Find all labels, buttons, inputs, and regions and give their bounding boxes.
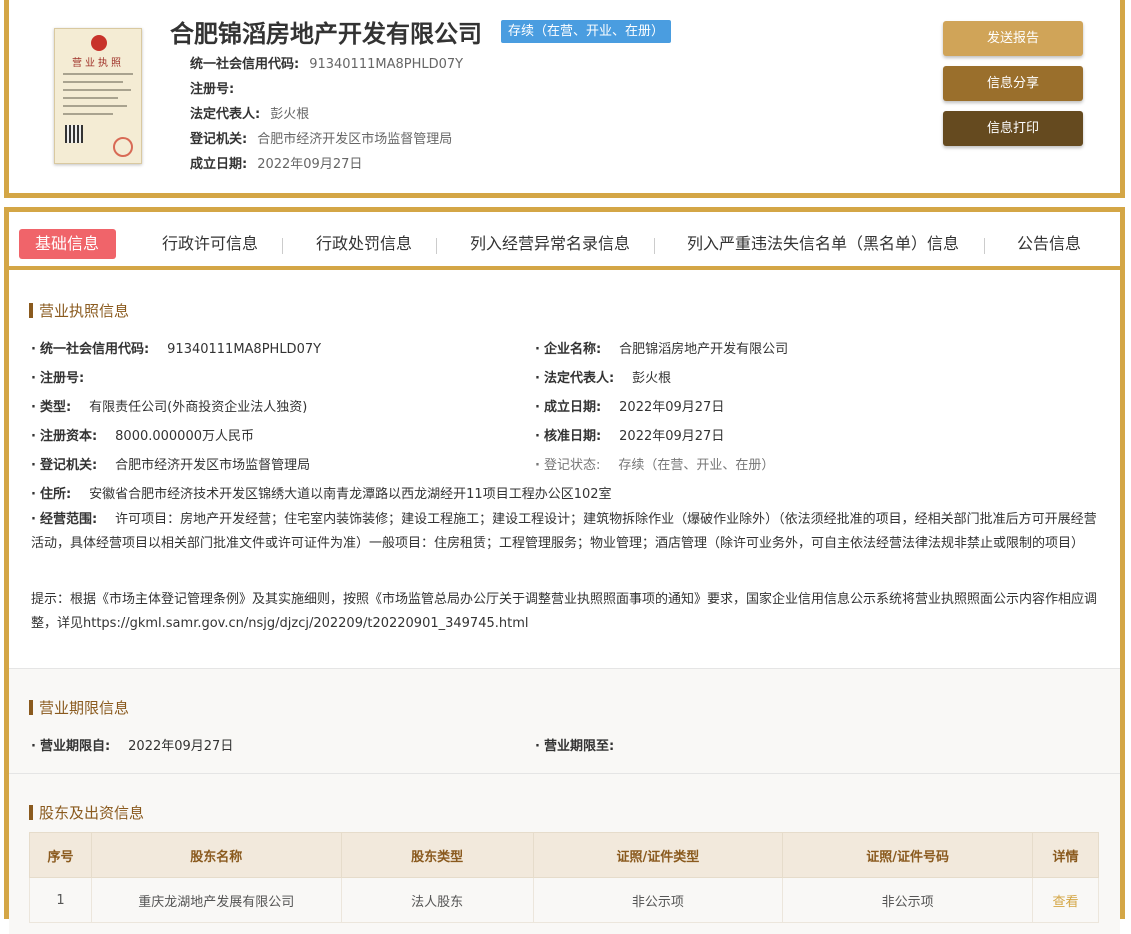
field-reg-no: 注册号: [31, 367, 102, 386]
license-notice: 提示：根据《市场主体登记管理条例》及其实施细则，按照《市场监管总局办公厅关于调整… [31, 592, 1098, 631]
print-info-button[interactable]: 信息打印 [943, 111, 1083, 146]
tab-abnormal-list[interactable]: 列入经营异常名录信息 [470, 229, 630, 259]
field-company-name: 企业名称:合肥锦滔房地产开发有限公司 [535, 338, 788, 357]
header-credit-code-row: 统一社会信用代码: 91340111MA8PHLD07Y [190, 57, 464, 72]
send-report-button[interactable]: 发送报告 [943, 21, 1083, 56]
company-header-card: 营业执照 合肥锦滔房地产开发有限公司 存续（在营、开业、在册） 统一社会信用代码… [4, 0, 1125, 198]
shareholder-section-title: 股东及出资信息 [29, 802, 144, 823]
status-badge: 存续（在营、开业、在册） [501, 20, 672, 43]
tab-basic-info[interactable]: 基础信息 [19, 229, 116, 259]
tab-announcements[interactable]: 公告信息 [1017, 229, 1081, 259]
col-name: 股东名称 [90, 832, 342, 878]
col-cert-type: 证照/证件类型 [532, 832, 784, 878]
tab-separator [984, 238, 985, 254]
tab-admin-license[interactable]: 行政许可信息 [162, 229, 258, 259]
header-found-date-row: 成立日期: 2022年09月27日 [190, 157, 363, 172]
header-legal-rep-row: 法定代表人: 彭火根 [190, 107, 310, 122]
tab-separator [654, 238, 655, 254]
tab-separator [282, 238, 283, 254]
field-term-from: 营业期限自:2022年09月27日 [31, 735, 233, 754]
field-capital: 注册资本:8000.000000万人民币 [31, 425, 254, 444]
col-type: 股东类型 [340, 832, 534, 878]
field-legal-rep: 法定代表人:彭火根 [535, 367, 671, 386]
field-address: 住所:安徽省合肥市经济技术开发区锦绣大道以南青龙潭路以西龙湖经开11项目工程办公… [31, 483, 612, 502]
field-credit-code: 统一社会信用代码:91340111MA8PHLD07Y [31, 338, 321, 357]
col-cert-no: 证照/证件号码 [782, 832, 1033, 878]
header-authority-row: 登记机关: 合肥市经济开发区市场监督管理局 [190, 132, 453, 147]
field-found-date: 成立日期:2022年09月27日 [535, 396, 724, 415]
field-reg-authority: 登记机关:合肥市经济开发区市场监督管理局 [31, 454, 310, 473]
license-image-title: 营业执照 [72, 58, 124, 69]
tab-blacklist[interactable]: 列入严重违法失信名单（黑名单）信息 [687, 229, 959, 259]
national-emblem-icon [91, 35, 107, 51]
shareholder-table: 序号 股东名称 股东类型 证照/证件类型 证照/证件号码 详情 1 重庆龙湖地产… [29, 832, 1099, 923]
term-section-title: 营业期限信息 [29, 697, 129, 718]
field-term-to: 营业期限至: [535, 735, 632, 754]
col-detail: 详情 [1032, 832, 1099, 878]
field-company-type: 类型:有限责任公司(外商投资企业法人独资) [31, 396, 307, 415]
table-row: 1 重庆龙湖地产发展有限公司 法人股东 非公示项 非公示项 查看 [29, 877, 1099, 923]
tab-content: 营业执照信息 统一社会信用代码:91340111MA8PHLD07Y 企业名称:… [9, 270, 1120, 934]
header-reg-no-row: 注册号: [190, 82, 235, 97]
license-section-title: 营业执照信息 [29, 300, 129, 321]
field-approve-date: 核准日期:2022年09月27日 [535, 425, 724, 444]
company-name-title: 合肥锦滔房地产开发有限公司 [170, 20, 482, 48]
field-reg-status: 登记状态:存续（在营、开业、在册） [535, 454, 774, 473]
tab-bar: 基础信息 行政许可信息 行政处罚信息 列入经营异常名录信息 列入严重违法失信名单… [9, 212, 1120, 270]
share-info-button[interactable]: 信息分享 [943, 66, 1083, 101]
business-license-image[interactable]: 营业执照 [54, 28, 142, 164]
qr-code-icon [65, 125, 83, 143]
view-detail-link[interactable]: 查看 [1052, 895, 1078, 910]
col-no: 序号 [29, 832, 92, 878]
business-scope: 经营范围:许可项目：房地产开发经营；住宅室内装饰装修；建设工程施工；建设工程设计… [31, 508, 1101, 556]
main-info-card: 基础信息 行政许可信息 行政处罚信息 列入经营异常名录信息 列入严重违法失信名单… [4, 207, 1125, 934]
table-header-row: 序号 股东名称 股东类型 证照/证件类型 证照/证件号码 详情 [29, 832, 1099, 878]
official-seal-icon [113, 137, 133, 157]
tab-separator [436, 238, 437, 254]
tab-admin-penalty[interactable]: 行政处罚信息 [316, 229, 412, 259]
